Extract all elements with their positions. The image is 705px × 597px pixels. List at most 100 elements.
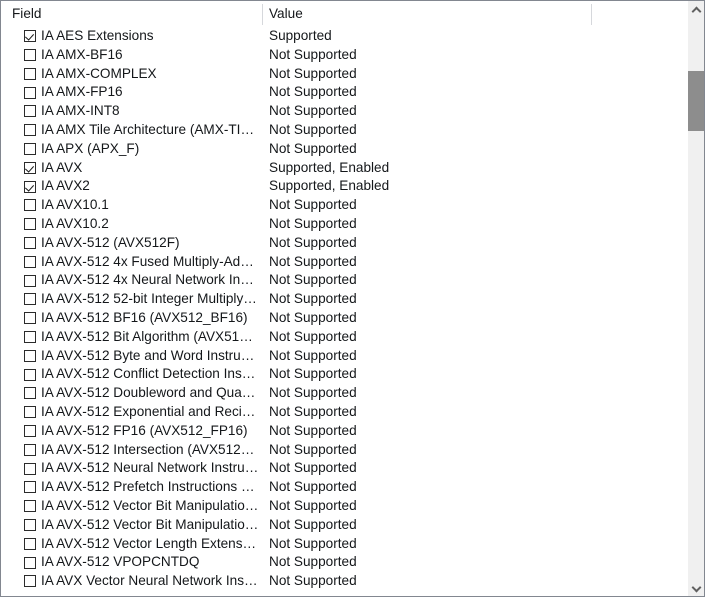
table-row[interactable]: IA AVX2 Supported, Enabled	[1, 177, 704, 196]
cell-field: IA AES Extensions	[41, 28, 154, 43]
checkbox-unchecked-icon[interactable]	[24, 330, 36, 343]
checkbox-unchecked-icon[interactable]	[24, 236, 36, 249]
cell-value: Not Supported	[269, 234, 357, 250]
checkbox-unchecked-icon[interactable]	[24, 556, 36, 569]
checkbox-unchecked-icon[interactable]	[24, 124, 36, 137]
cell-value: Not Supported	[269, 366, 357, 382]
cell-field: IA AVX-512 Conflict Detection Instructio…	[41, 366, 259, 382]
table-row[interactable]: IA AVX-512 Vector Bit Manipulation Instr…	[1, 497, 704, 516]
table-row[interactable]: IA AVX-512 Byte and Word Instructions (A…	[1, 347, 704, 366]
list-rows-container: IA AES Extensions Supported IA AMX-BF16 Not…	[1, 27, 704, 596]
cell-value: Not Supported	[269, 84, 357, 100]
checkbox-unchecked-icon[interactable]	[24, 424, 36, 437]
table-row[interactable]: IA AVX Vector Neural Network Instruction…	[1, 572, 704, 591]
table-row[interactable]: IA AVX-512 Prefetch Instructions (AVX512…	[1, 478, 704, 497]
cell-field: IA AMX-FP16	[41, 84, 123, 100]
table-row[interactable]: IA AVX-512 BF16 (AVX512_BF16) Not Support…	[1, 309, 704, 328]
column-header-value[interactable]: Value	[269, 1, 303, 27]
cell-value: Not Supported	[269, 460, 357, 476]
cell-field: IA AMX-BF16	[41, 46, 123, 62]
table-row[interactable]: IA AMX Tile Architecture (AMX-TILE) Not S…	[1, 121, 704, 140]
cell-field: IA AVX-512 Intersection (AVX512_VP2INTER…	[41, 441, 259, 457]
table-row[interactable]: IA AVX-512 Conflict Detection Instructio…	[1, 365, 704, 384]
checkbox-unchecked-icon[interactable]	[24, 105, 36, 118]
table-row[interactable]: IA AVX-512 Vector Bit Manipulation Instr…	[1, 516, 704, 535]
table-row[interactable]: IA AVX-512 Exponential and Reciprocal In…	[1, 403, 704, 422]
checkbox-unchecked-icon[interactable]	[24, 500, 36, 513]
table-row[interactable]: IA AES Extensions Supported	[1, 27, 704, 46]
table-row[interactable]: IA AVX Supported, Enabled	[1, 159, 704, 178]
table-row[interactable]: IA AVX-512 FP16 (AVX512_FP16) Not Support…	[1, 422, 704, 441]
table-row[interactable]: IA APX (APX_F) Not Supported	[1, 140, 704, 159]
table-row[interactable]: IA AVX-512 Intersection (AVX512_VP2INTER…	[1, 441, 704, 460]
table-row[interactable]: IA AVX-512 VPOPCNTDQ Not Supported	[1, 553, 704, 572]
checkbox-unchecked-icon[interactable]	[24, 48, 36, 61]
cell-field: IA AVX Vector Neural Network Instruction…	[41, 573, 259, 589]
column-divider-1[interactable]	[262, 4, 263, 25]
column-divider-2[interactable]	[591, 4, 592, 25]
cell-field: IA AVX-512 52-bit Integer Multiply-Add I…	[41, 291, 259, 307]
cell-field: IA AVX-512 Byte and Word Instructions (A…	[41, 347, 259, 363]
cell-value: Not Supported	[269, 403, 357, 419]
table-row[interactable]: IA AVX-512 (AVX512F) Not Supported	[1, 234, 704, 253]
table-row[interactable]: IA AVX-512 Vector Length Extensions (AVX…	[1, 535, 704, 554]
cell-field: IA AVX-512 Vector Length Extensions (AVX…	[41, 535, 259, 551]
cell-field: IA AVX10.2	[41, 215, 109, 231]
cell-value: Not Supported	[269, 309, 357, 325]
checkbox-unchecked-icon[interactable]	[24, 387, 36, 400]
cell-value: Not Supported	[269, 422, 357, 438]
table-row[interactable]: IA AVX-512 Neural Network Instructions (…	[1, 459, 704, 478]
scroll-down-arrow[interactable]	[688, 579, 704, 596]
checkbox-checked-icon[interactable]	[24, 30, 36, 43]
checkbox-unchecked-icon[interactable]	[24, 312, 36, 325]
table-row[interactable]: IA AVX10.2 Not Supported	[1, 215, 704, 234]
checkbox-unchecked-icon[interactable]	[24, 349, 36, 362]
cell-value: Not Supported	[269, 573, 357, 589]
cell-field: IA AVX-512 Bit Algorithm (AVX512_BITALG)	[41, 328, 259, 344]
cell-value: Not Supported	[269, 479, 357, 495]
cell-field: IA AVX-512 (AVX512F)	[41, 234, 180, 250]
table-row[interactable]: IA AMX-BF16 Not Supported	[1, 46, 704, 65]
table-row[interactable]: IA AVX-512 4x Fused Multiply-Add Single …	[1, 253, 704, 272]
checkbox-unchecked-icon[interactable]	[24, 293, 36, 306]
checkbox-unchecked-icon[interactable]	[24, 575, 36, 588]
cell-value: Not Supported	[269, 197, 357, 213]
table-row[interactable]: IA AVX-512 4x Neural Network Instruction…	[1, 271, 704, 290]
vertical-scrollbar[interactable]	[687, 1, 704, 596]
column-header-field[interactable]: Field	[12, 1, 41, 27]
cell-value: Not Supported	[269, 46, 357, 62]
checkbox-unchecked-icon[interactable]	[24, 142, 36, 155]
checkbox-unchecked-icon[interactable]	[24, 481, 36, 494]
table-row[interactable]: IA AVX-512 52-bit Integer Multiply-Add I…	[1, 290, 704, 309]
cell-field: IA AVX-512 FP16 (AVX512_FP16)	[41, 422, 248, 438]
checkbox-unchecked-icon[interactable]	[24, 443, 36, 456]
feature-list-view[interactable]: Field Value IA AES Extensions Supported IA…	[0, 0, 705, 597]
checkbox-unchecked-icon[interactable]	[24, 518, 36, 531]
checkbox-unchecked-icon[interactable]	[24, 462, 36, 475]
checkbox-unchecked-icon[interactable]	[24, 537, 36, 550]
table-row[interactable]: IA AMX-INT8 Not Supported	[1, 102, 704, 121]
table-row[interactable]: IA AVX-512 Bit Algorithm (AVX512_BITALG)…	[1, 328, 704, 347]
checkbox-unchecked-icon[interactable]	[24, 406, 36, 419]
scroll-up-arrow[interactable]	[688, 1, 704, 18]
checkbox-unchecked-icon[interactable]	[24, 255, 36, 268]
table-row[interactable]: IA AVX-512 Doubleword and Quadword Instr…	[1, 384, 704, 403]
checkbox-unchecked-icon[interactable]	[24, 86, 36, 99]
cell-value: Not Supported	[269, 272, 357, 288]
cell-value: Not Supported	[269, 253, 357, 269]
checkbox-unchecked-icon[interactable]	[24, 67, 36, 80]
checkbox-checked-icon[interactable]	[24, 161, 36, 174]
checkbox-unchecked-icon[interactable]	[24, 368, 36, 381]
table-row[interactable]: IA AVX10.1 Not Supported	[1, 196, 704, 215]
cell-field: IA AVX	[41, 159, 83, 175]
table-row[interactable]: IA AMX-FP16 Not Supported	[1, 83, 704, 102]
checkbox-checked-icon[interactable]	[24, 180, 36, 193]
scrollbar-thumb[interactable]	[688, 71, 704, 131]
checkbox-unchecked-icon[interactable]	[24, 218, 36, 231]
table-row[interactable]: IA AMX-COMPLEX Not Supported	[1, 65, 704, 84]
checkbox-unchecked-icon[interactable]	[24, 274, 36, 287]
cell-value: Not Supported	[269, 516, 357, 532]
cell-value: Supported, Enabled	[269, 178, 390, 194]
cell-value: Not Supported	[269, 441, 357, 457]
checkbox-unchecked-icon[interactable]	[24, 199, 36, 212]
